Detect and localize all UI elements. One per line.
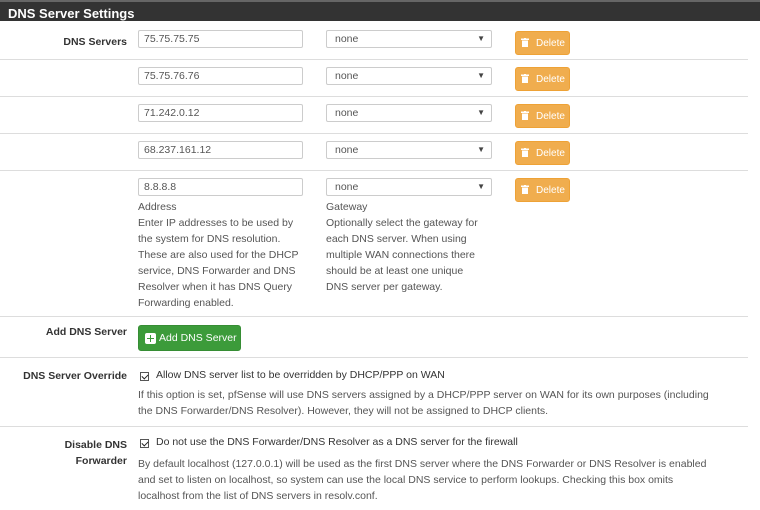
- plus-icon: [145, 333, 156, 344]
- dns-override-help-line: If this option is set, pfSense will use …: [138, 389, 709, 401]
- address-help-line: Enter IP addresses to be used by: [138, 217, 294, 229]
- address-help-title: Address: [138, 201, 177, 213]
- chevron-down-icon: ▼: [477, 182, 485, 191]
- delete-button-label: Delete: [536, 148, 565, 159]
- panel-title: DNS Server Settings: [0, 0, 760, 21]
- disable-forwarder-checkbox[interactable]: [140, 439, 149, 448]
- gateway-help-line: DNS server per gateway.: [326, 281, 443, 293]
- dns-address-input[interactable]: 68.237.161.12: [138, 141, 303, 159]
- gateway-help-line: should be at least one unique: [326, 265, 464, 277]
- disable-forwarder-help-line: localhost from the list of DNS servers i…: [138, 490, 378, 502]
- disable-forwarder-help-line: By default localhost (127.0.0.1) will be…: [138, 458, 707, 470]
- chevron-down-icon: ▼: [477, 34, 485, 43]
- trash-icon: [521, 111, 529, 120]
- add-dns-server-label: Add DNS Server: [45, 326, 127, 338]
- delete-button-label: Delete: [536, 74, 565, 85]
- add-dns-server-button-label: Add DNS Server: [159, 332, 237, 344]
- trash-icon: [521, 38, 529, 47]
- gateway-select[interactable]: none ▼: [326, 67, 492, 85]
- delete-button[interactable]: Delete: [515, 141, 570, 165]
- dns-override-help: If this option is set, pfSense will use …: [138, 387, 748, 419]
- gateway-select[interactable]: none ▼: [326, 104, 492, 122]
- address-help-line: Forwarding enabled.: [138, 297, 234, 309]
- gateway-select-value: none: [335, 181, 359, 193]
- disable-dns-forwarder-label: Disable DNS Forwarder: [65, 437, 127, 469]
- gateway-select[interactable]: none ▼: [326, 141, 492, 159]
- address-help-line: These are also used for the DHCP: [138, 249, 299, 261]
- chevron-down-icon: ▼: [477, 71, 485, 80]
- address-help-line: service, DNS Forwarder and DNS: [138, 265, 296, 277]
- disable-forwarder-help-line: and set to listen on localhost, so syste…: [138, 474, 674, 486]
- gateway-help: Gateway Optionally select the gateway fo…: [326, 199, 506, 295]
- dns-server-settings-panel: DNS Server Settings DNS Servers 75.75.75…: [0, 0, 760, 510]
- gateway-help-line: Optionally select the gateway for: [326, 217, 478, 229]
- gateway-help-title: Gateway: [326, 201, 368, 213]
- delete-button[interactable]: Delete: [515, 67, 570, 91]
- disable-dns-forwarder-label-line: Forwarder: [75, 455, 127, 467]
- gateway-select-value: none: [335, 107, 359, 119]
- delete-button-label: Delete: [536, 111, 565, 122]
- disable-dns-forwarder-label-line: Disable DNS: [64, 439, 127, 451]
- trash-icon: [521, 148, 529, 157]
- gateway-select-value: none: [335, 33, 359, 45]
- disable-forwarder-checkbox-label: Do not use the DNS Forwarder/DNS Resolve…: [156, 436, 518, 448]
- address-help: Address Enter IP addresses to be used by…: [138, 199, 318, 311]
- trash-icon: [521, 185, 529, 194]
- dns-override-checkbox[interactable]: [140, 372, 149, 381]
- trash-icon: [521, 74, 529, 83]
- delete-button[interactable]: Delete: [515, 104, 570, 128]
- delete-button[interactable]: Delete: [515, 31, 570, 55]
- address-help-line: Resolver when it has DNS Query: [138, 281, 293, 293]
- gateway-select-value: none: [335, 70, 359, 82]
- dns-address-input[interactable]: 71.242.0.12: [138, 104, 303, 122]
- delete-button[interactable]: Delete: [515, 178, 570, 202]
- delete-button-label: Delete: [536, 38, 565, 49]
- gateway-help-line: each DNS server. When using: [326, 233, 467, 245]
- disable-forwarder-help: By default localhost (127.0.0.1) will be…: [138, 456, 748, 504]
- dns-server-override-label: DNS Server Override: [23, 370, 127, 382]
- chevron-down-icon: ▼: [477, 108, 485, 117]
- dns-address-input[interactable]: 75.75.76.76: [138, 67, 303, 85]
- address-help-line: the system for DNS resolution.: [138, 233, 281, 245]
- dns-address-input[interactable]: 75.75.75.75: [138, 30, 303, 48]
- delete-button-label: Delete: [536, 185, 565, 196]
- add-dns-server-button[interactable]: Add DNS Server: [138, 325, 241, 351]
- dns-override-checkbox-label: Allow DNS server list to be overridden b…: [156, 369, 445, 381]
- gateway-select[interactable]: none ▼: [326, 30, 492, 48]
- gateway-select[interactable]: none ▼: [326, 178, 492, 196]
- gateway-help-line: multiple WAN connections there: [326, 249, 476, 261]
- dns-override-help-line: the DNS Forwarder/DNS Resolver). However…: [138, 405, 549, 417]
- chevron-down-icon: ▼: [477, 145, 485, 154]
- gateway-select-value: none: [335, 144, 359, 156]
- dns-servers-label: DNS Servers: [63, 36, 127, 48]
- dns-address-input[interactable]: 8.8.8.8: [138, 178, 303, 196]
